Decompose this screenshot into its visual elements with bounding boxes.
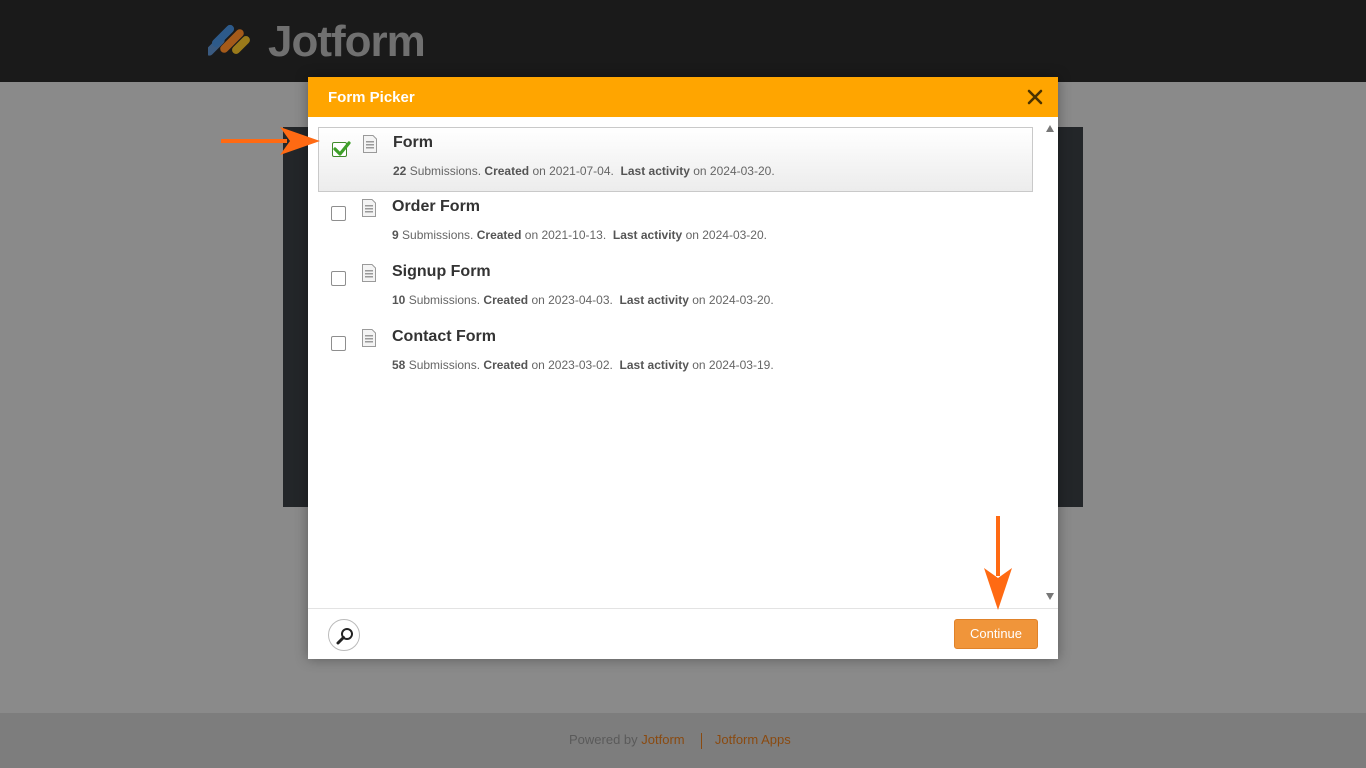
form-title: Signup Form [392,263,491,280]
submissions-label: Submissions. [408,358,481,372]
form-checkbox[interactable] [331,271,346,286]
logo-text: Jotform [268,17,426,66]
form-list-item[interactable]: Signup Form 10 Submissions. Created on 2… [318,257,1033,322]
scroll-up-arrow-icon[interactable] [1046,125,1054,132]
submissions-label: Submissions. [408,293,481,307]
form-checkbox[interactable] [332,141,351,157]
last-activity-label: Last activity [619,293,689,307]
form-document-icon [362,264,376,282]
created-date: on 2021-07-04. [532,164,614,178]
form-list-item[interactable]: Contact Form 58 Submissions. Created on … [318,322,1033,387]
created-label: Created [483,293,529,307]
submission-count: 22 [393,164,407,178]
form-checkbox[interactable] [331,336,346,351]
footer-divider [701,732,703,749]
powered-by-label: Powered by [569,732,638,747]
last-activity-label: Last activity [612,228,683,242]
submissions-label: Submissions. [402,228,474,242]
form-document-icon [362,329,376,347]
last-activity-date: on 2024-03-20. [693,164,775,178]
footer-links: Powered by Jotform Jotform Apps [569,732,791,749]
submission-count: 9 [392,228,399,242]
form-list-item[interactable]: Order Form 9 Submissions. Created on 202… [318,192,1033,257]
form-title: Form [393,134,433,151]
created-label: Created [483,358,529,372]
close-icon[interactable] [1024,86,1046,108]
last-activity-date: on 2024-03-20. [692,293,774,307]
search-button[interactable] [328,619,360,651]
last-activity-date: on 2024-03-20. [685,228,767,242]
created-date: on 2023-03-02. [531,358,613,372]
form-meta: 10 Submissions. Created on 2023-04-03. L… [392,293,774,307]
form-meta: 9 Submissions. Created on 2021-10-13. La… [392,228,767,242]
forms-list: Form 22 Submissions. Created on 2021-07-… [308,117,1058,608]
form-checkbox[interactable] [331,206,346,221]
submission-count: 10 [392,293,406,307]
page-footer: Powered by Jotform Jotform Apps [0,713,1366,768]
search-icon [336,628,353,645]
footer-jotform-link[interactable]: Jotform [641,732,684,747]
checkmark-icon [333,141,351,156]
form-picker-dialog: Form Picker Form 22 Submissions. Created… [308,77,1058,659]
created-label: Created [484,164,530,178]
arrow-down-icon [984,516,1012,610]
created-label: Created [476,228,522,242]
scroll-down-arrow-icon[interactable] [1046,593,1054,600]
form-meta: 58 Submissions. Created on 2023-03-02. L… [392,358,774,372]
dialog-footer: Continue [308,608,1058,659]
form-list-item[interactable]: Form 22 Submissions. Created on 2021-07-… [318,127,1033,192]
arrow-right-icon [221,127,320,155]
form-document-icon [363,135,377,153]
form-meta: 22 Submissions. Created on 2021-07-04. L… [393,164,775,178]
continue-button[interactable]: Continue [954,619,1038,649]
last-activity-label: Last activity [619,358,689,372]
vertical-scrollbar[interactable] [1043,121,1057,605]
dialog-header: Form Picker [308,77,1058,117]
form-document-icon [362,199,376,217]
form-title: Order Form [392,198,481,215]
form-title: Contact Form [392,328,496,345]
jotform-logo[interactable]: Jotform [208,18,448,66]
top-header: Jotform [0,0,1366,82]
footer-jotform-apps-link[interactable]: Jotform Apps [715,732,791,747]
dialog-title: Form Picker [328,89,415,106]
last-activity-label: Last activity [620,164,690,178]
submission-count: 58 [392,358,406,372]
created-date: on 2021-10-13. [524,228,607,242]
submissions-label: Submissions. [409,164,482,178]
created-date: on 2023-04-03. [531,293,613,307]
jotform-logo-icon [208,24,250,56]
last-activity-date: on 2024-03-19. [692,358,774,372]
